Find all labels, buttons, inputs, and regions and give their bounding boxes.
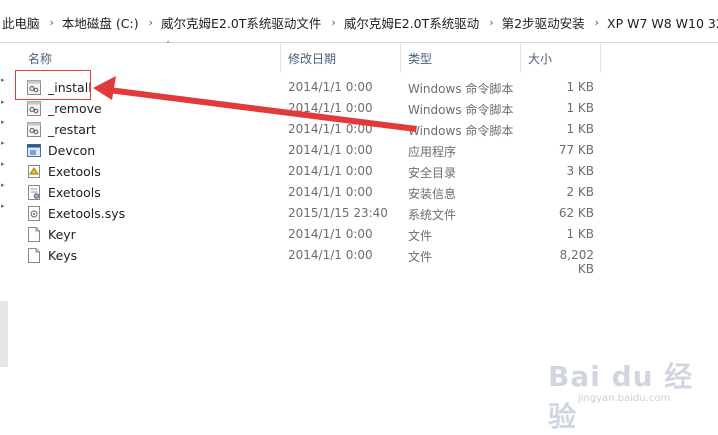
chevron-right-icon[interactable]: › <box>327 16 341 29</box>
chevron-right-icon[interactable]: › <box>485 16 499 29</box>
column-header-date[interactable]: 修改日期 <box>288 50 336 67</box>
setup-info-icon <box>27 185 41 200</box>
file-name: Keyr <box>48 227 76 242</box>
file-date: 2014/1/1 0:00 <box>288 185 373 199</box>
file-date: 2014/1/1 0:00 <box>288 80 373 94</box>
file-row[interactable]: Keys 2014/1/1 0:00 文件 8,202 KB <box>20 245 620 276</box>
file-size: 8,202 KB <box>559 248 594 276</box>
breadcrumb-item[interactable]: 本地磁盘 (C:) <box>60 13 145 32</box>
file-name: Exetools <box>48 164 101 179</box>
file-size: 77 KB <box>558 143 594 157</box>
file-type: 系统文件 <box>408 208 457 222</box>
batch-file-icon <box>27 122 41 137</box>
file-row[interactable]: _install 2014/1/1 0:00 Windows 命令脚本 1 KB <box>20 77 620 98</box>
watermark-url: jingyan.baidu.com <box>578 393 671 404</box>
file-date: 2015/1/15 23:40 <box>288 206 388 220</box>
breadcrumb-item[interactable]: 威尔克姆E2.0T系统驱动 <box>342 13 485 32</box>
file-type: 安装信息 <box>408 187 457 201</box>
file-type: Windows 命令脚本 <box>408 82 514 96</box>
breadcrumb-item[interactable]: 第2步驱动安装 <box>500 13 591 32</box>
file-size: 62 KB <box>558 206 594 220</box>
column-header-size[interactable]: 大小 <box>528 50 552 67</box>
expand-icon[interactable]: ▸ <box>1 139 5 147</box>
column-divider[interactable] <box>600 43 601 73</box>
expand-icon[interactable]: ▸ <box>1 118 5 126</box>
blank-file-icon <box>27 227 41 242</box>
file-type: Windows 命令脚本 <box>408 124 514 138</box>
nav-scrollbar[interactable] <box>0 301 8 367</box>
file-date: 2014/1/1 0:00 <box>288 227 373 241</box>
file-date: 2014/1/1 0:00 <box>288 101 373 115</box>
file-row[interactable]: Exetools 2014/1/1 0:00 安全目录 3 KB <box>20 161 620 182</box>
breadcrumb-item[interactable]: 威尔克姆E2.0T系统驱动文件 <box>159 13 327 32</box>
file-type: Windows 命令脚本 <box>408 103 514 117</box>
file-name: Exetools <box>48 185 101 200</box>
security-catalog-icon <box>27 164 41 179</box>
highlight-box <box>15 70 91 100</box>
file-name: Devcon <box>48 143 96 158</box>
chevron-right-icon[interactable]: › <box>145 16 159 29</box>
file-date: 2014/1/1 0:00 <box>288 143 373 157</box>
file-date: 2014/1/1 0:00 <box>288 122 373 136</box>
expand-icon[interactable]: ▸ <box>1 98 5 106</box>
file-type: 应用程序 <box>408 145 457 159</box>
column-divider[interactable] <box>280 43 281 73</box>
blank-file-icon <box>27 248 41 263</box>
file-row[interactable]: _restart 2014/1/1 0:00 Windows 命令脚本 1 KB <box>20 119 620 140</box>
column-divider[interactable] <box>400 43 401 73</box>
breadcrumb-item[interactable]: 此电脑 <box>0 13 46 32</box>
column-divider[interactable] <box>520 43 521 73</box>
expand-icon[interactable]: ▸ <box>1 160 5 168</box>
navigation-pane: ▸ ▸ ▸ ▸ ▸ ▸ ▸ <box>0 43 9 422</box>
file-size: 1 KB <box>566 101 594 115</box>
file-size: 2 KB <box>566 185 594 199</box>
system-file-icon <box>27 206 41 221</box>
address-bar[interactable]: 此电脑 › 本地磁盘 (C:) › 威尔克姆E2.0T系统驱动文件 › 威尔克姆… <box>0 0 718 43</box>
file-row[interactable]: Keyr 2014/1/1 0:00 文件 1 KB <box>20 224 620 245</box>
sort-ascending-icon: ˄ <box>166 41 171 51</box>
file-size: 1 KB <box>566 122 594 136</box>
file-name: Keys <box>48 248 78 263</box>
chevron-right-icon[interactable]: › <box>46 16 60 29</box>
file-size: 1 KB <box>566 227 594 241</box>
file-row[interactable]: Devcon 2014/1/1 0:00 应用程序 77 KB <box>20 140 620 161</box>
file-type: 安全目录 <box>408 166 457 180</box>
file-size: 1 KB <box>566 80 594 94</box>
file-row[interactable]: Exetools 2014/1/1 0:00 安装信息 2 KB <box>20 182 620 203</box>
column-header-name[interactable]: 名称 <box>28 50 52 67</box>
column-header-row: ˄ 名称 修改日期 类型 大小 <box>20 41 718 73</box>
file-name: Exetools.sys <box>48 206 126 221</box>
breadcrumb-item[interactable]: XP W7 W8 W10 32位 <box>605 13 718 32</box>
file-type: 文件 <box>408 250 433 264</box>
file-date: 2014/1/1 0:00 <box>288 164 373 178</box>
expand-icon[interactable]: ▸ <box>1 181 5 189</box>
file-name: _restart <box>48 122 96 137</box>
expand-icon[interactable]: ▸ <box>1 202 5 210</box>
file-row[interactable]: _remove 2014/1/1 0:00 Windows 命令脚本 1 KB <box>20 98 620 119</box>
chevron-right-icon[interactable]: › <box>591 16 605 29</box>
watermark: Bai du 经验 jingyan.baidu.com <box>548 355 708 433</box>
batch-file-icon <box>27 101 41 116</box>
file-date: 2014/1/1 0:00 <box>288 248 373 262</box>
expand-icon[interactable]: ▸ <box>1 76 5 84</box>
file-size: 3 KB <box>566 164 594 178</box>
file-row[interactable]: Exetools.sys 2015/1/15 23:40 系统文件 62 KB <box>20 203 620 224</box>
file-name: _remove <box>48 101 102 116</box>
application-icon <box>27 143 41 158</box>
column-header-type[interactable]: 类型 <box>408 50 432 67</box>
file-type: 文件 <box>408 229 433 243</box>
